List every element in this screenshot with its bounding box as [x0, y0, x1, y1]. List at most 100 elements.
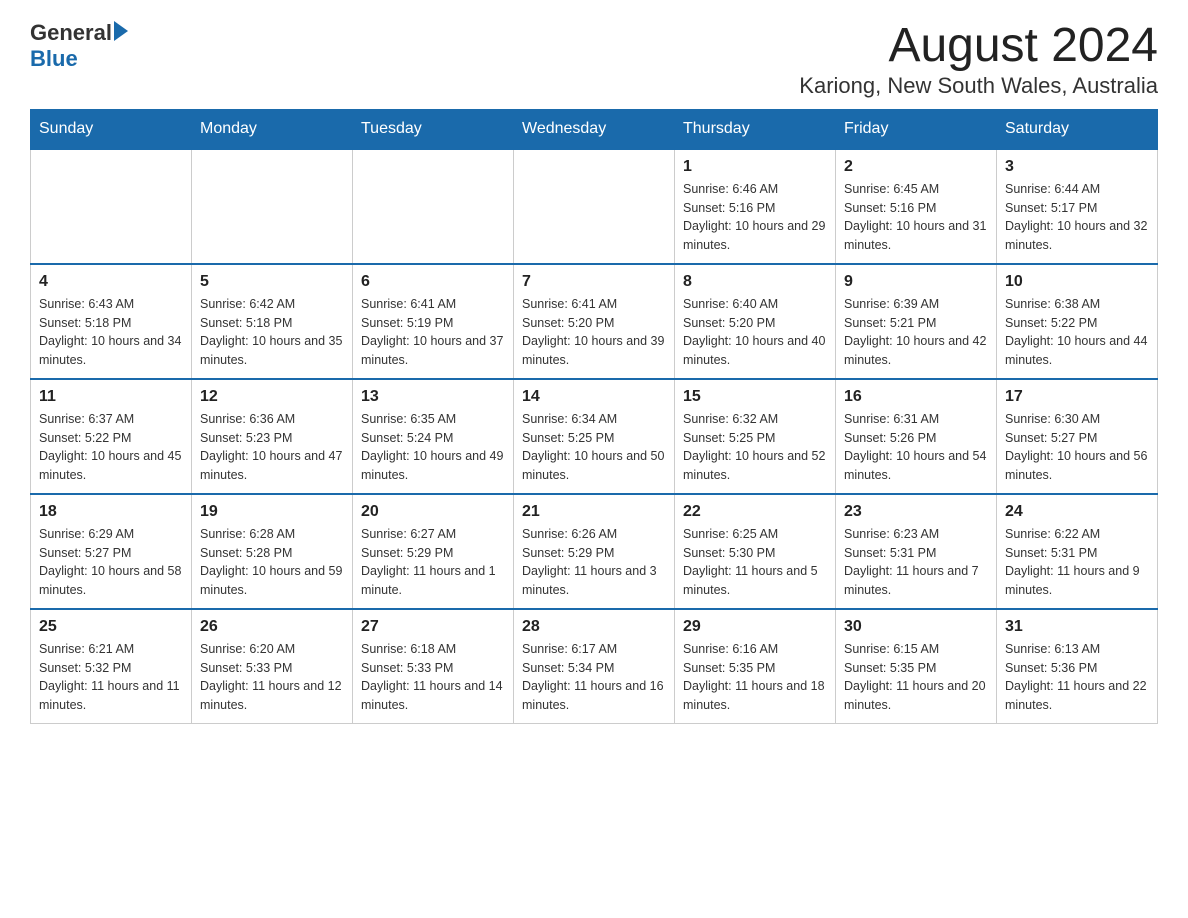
day-number: 5 — [200, 273, 344, 291]
week-row-1: 1Sunrise: 6:46 AMSunset: 5:16 PMDaylight… — [31, 149, 1158, 264]
day-info: Sunrise: 6:25 AMSunset: 5:30 PMDaylight:… — [683, 525, 827, 600]
day-info: Sunrise: 6:40 AMSunset: 5:20 PMDaylight:… — [683, 295, 827, 370]
day-number: 14 — [522, 388, 666, 406]
logo-blue: Blue — [30, 46, 78, 72]
day-number: 27 — [361, 618, 505, 636]
day-info: Sunrise: 6:16 AMSunset: 5:35 PMDaylight:… — [683, 640, 827, 715]
day-cell-11: 11 Sunrise: 6:37 AMSunset: 5:22 PMDayligh… — [31, 379, 192, 494]
week-row-4: 18Sunrise: 6:29 AMSunset: 5:27 PMDayligh… — [31, 494, 1158, 609]
day-cell-14: 14 Sunrise: 6:34 AMSunset: 5:25 PMDayligh… — [514, 379, 675, 494]
day-info: Sunrise: 6:20 AMSunset: 5:33 PMDaylight:… — [200, 640, 344, 715]
day-cell-8: 8 Sunrise: 6:40 AMSunset: 5:20 PMDaylight… — [675, 264, 836, 379]
day-info: Sunrise: 6:30 AMSunset: 5:27 PMDaylight:… — [1005, 410, 1149, 485]
day-cell-17: 17 Sunrise: 6:30 AMSunset: 5:27 PMDayligh… — [997, 379, 1158, 494]
day-number: 19 — [200, 503, 344, 521]
day-number: 15 — [683, 388, 827, 406]
title-block: August 2024 Kariong, New South Wales, Au… — [799, 20, 1158, 99]
day-info: Sunrise: 6:41 AMSunset: 5:20 PMDaylight:… — [522, 295, 666, 370]
day-cell-2: 2 Sunrise: 6:45 AMSunset: 5:16 PMDaylight… — [836, 149, 997, 264]
day-info: Sunrise: 6:17 AMSunset: 5:34 PMDaylight:… — [522, 640, 666, 715]
day-number: 7 — [522, 273, 666, 291]
day-info: Sunrise: 6:36 AMSunset: 5:23 PMDaylight:… — [200, 410, 344, 485]
day-cell-20: 20Sunrise: 6:27 AMSunset: 5:29 PMDayligh… — [353, 494, 514, 609]
day-info: Sunrise: 6:21 AMSunset: 5:32 PMDaylight:… — [39, 640, 183, 715]
day-cell-16: 16 Sunrise: 6:31 AMSunset: 5:26 PMDayligh… — [836, 379, 997, 494]
day-info: Sunrise: 6:45 AMSunset: 5:16 PMDaylight:… — [844, 180, 988, 255]
calendar-table: SundayMondayTuesdayWednesdayThursdayFrid… — [30, 109, 1158, 724]
day-cell-26: 26 Sunrise: 6:20 AMSunset: 5:33 PMDayligh… — [192, 609, 353, 724]
day-cell-10: 10 Sunrise: 6:38 AMSunset: 5:22 PMDayligh… — [997, 264, 1158, 379]
day-number: 10 — [1005, 273, 1149, 291]
logo: General Blue — [30, 20, 128, 72]
day-number: 11 — [39, 388, 183, 406]
month-title: August 2024 — [799, 20, 1158, 73]
day-info: Sunrise: 6:32 AMSunset: 5:25 PMDaylight:… — [683, 410, 827, 485]
day-info: Sunrise: 6:31 AMSunset: 5:26 PMDaylight:… — [844, 410, 988, 485]
calendar-body: 1Sunrise: 6:46 AMSunset: 5:16 PMDaylight… — [31, 149, 1158, 724]
day-number: 1 — [683, 158, 827, 176]
day-header-sunday: Sunday — [31, 109, 192, 149]
day-header-thursday: Thursday — [675, 109, 836, 149]
day-info: Sunrise: 6:18 AMSunset: 5:33 PMDaylight:… — [361, 640, 505, 715]
empty-cell — [31, 149, 192, 264]
day-number: 4 — [39, 273, 183, 291]
day-number: 8 — [683, 273, 827, 291]
day-cell-22: 22Sunrise: 6:25 AMSunset: 5:30 PMDayligh… — [675, 494, 836, 609]
day-number: 29 — [683, 618, 827, 636]
day-info: Sunrise: 6:23 AMSunset: 5:31 PMDaylight:… — [844, 525, 988, 600]
day-cell-1: 1Sunrise: 6:46 AMSunset: 5:16 PMDaylight… — [675, 149, 836, 264]
day-number: 3 — [1005, 158, 1149, 176]
logo-arrow-icon — [114, 21, 128, 41]
day-cell-27: 27 Sunrise: 6:18 AMSunset: 5:33 PMDayligh… — [353, 609, 514, 724]
day-number: 21 — [522, 503, 666, 521]
day-header-tuesday: Tuesday — [353, 109, 514, 149]
day-number: 18 — [39, 503, 183, 521]
day-info: Sunrise: 6:34 AMSunset: 5:25 PMDaylight:… — [522, 410, 666, 485]
day-cell-15: 15 Sunrise: 6:32 AMSunset: 5:25 PMDayligh… — [675, 379, 836, 494]
day-number: 6 — [361, 273, 505, 291]
day-number: 12 — [200, 388, 344, 406]
empty-cell — [353, 149, 514, 264]
day-cell-30: 30 Sunrise: 6:15 AMSunset: 5:35 PMDayligh… — [836, 609, 997, 724]
day-info: Sunrise: 6:35 AMSunset: 5:24 PMDaylight:… — [361, 410, 505, 485]
logo-general: General — [30, 20, 112, 46]
day-cell-13: 13 Sunrise: 6:35 AMSunset: 5:24 PMDayligh… — [353, 379, 514, 494]
day-number: 20 — [361, 503, 505, 521]
day-cell-4: 4 Sunrise: 6:43 AMSunset: 5:18 PMDaylight… — [31, 264, 192, 379]
day-cell-21: 21Sunrise: 6:26 AMSunset: 5:29 PMDayligh… — [514, 494, 675, 609]
day-info: Sunrise: 6:22 AMSunset: 5:31 PMDaylight:… — [1005, 525, 1149, 600]
day-number: 24 — [1005, 503, 1149, 521]
empty-cell — [514, 149, 675, 264]
day-number: 16 — [844, 388, 988, 406]
day-info: Sunrise: 6:42 AMSunset: 5:18 PMDaylight:… — [200, 295, 344, 370]
day-cell-5: 5 Sunrise: 6:42 AMSunset: 5:18 PMDaylight… — [192, 264, 353, 379]
day-cell-18: 18Sunrise: 6:29 AMSunset: 5:27 PMDayligh… — [31, 494, 192, 609]
day-cell-29: 29 Sunrise: 6:16 AMSunset: 5:35 PMDayligh… — [675, 609, 836, 724]
day-header-wednesday: Wednesday — [514, 109, 675, 149]
day-info: Sunrise: 6:15 AMSunset: 5:35 PMDaylight:… — [844, 640, 988, 715]
day-info: Sunrise: 6:28 AMSunset: 5:28 PMDaylight:… — [200, 525, 344, 600]
day-info: Sunrise: 6:41 AMSunset: 5:19 PMDaylight:… — [361, 295, 505, 370]
day-number: 26 — [200, 618, 344, 636]
day-cell-28: 28 Sunrise: 6:17 AMSunset: 5:34 PMDayligh… — [514, 609, 675, 724]
day-number: 30 — [844, 618, 988, 636]
day-cell-23: 23Sunrise: 6:23 AMSunset: 5:31 PMDayligh… — [836, 494, 997, 609]
day-number: 13 — [361, 388, 505, 406]
day-number: 25 — [39, 618, 183, 636]
day-number: 17 — [1005, 388, 1149, 406]
page-header: General Blue August 2024 Kariong, New So… — [30, 20, 1158, 99]
day-cell-3: 3Sunrise: 6:44 AMSunset: 5:17 PMDaylight… — [997, 149, 1158, 264]
empty-cell — [192, 149, 353, 264]
days-of-week-row: SundayMondayTuesdayWednesdayThursdayFrid… — [31, 109, 1158, 149]
day-info: Sunrise: 6:37 AMSunset: 5:22 PMDaylight:… — [39, 410, 183, 485]
day-header-saturday: Saturday — [997, 109, 1158, 149]
day-info: Sunrise: 6:43 AMSunset: 5:18 PMDaylight:… — [39, 295, 183, 370]
week-row-2: 4 Sunrise: 6:43 AMSunset: 5:18 PMDaylight… — [31, 264, 1158, 379]
day-info: Sunrise: 6:13 AMSunset: 5:36 PMDaylight:… — [1005, 640, 1149, 715]
day-cell-6: 6 Sunrise: 6:41 AMSunset: 5:19 PMDaylight… — [353, 264, 514, 379]
day-cell-24: 24 Sunrise: 6:22 AMSunset: 5:31 PMDayligh… — [997, 494, 1158, 609]
day-header-friday: Friday — [836, 109, 997, 149]
day-info: Sunrise: 6:38 AMSunset: 5:22 PMDaylight:… — [1005, 295, 1149, 370]
day-number: 2 — [844, 158, 988, 176]
day-number: 28 — [522, 618, 666, 636]
